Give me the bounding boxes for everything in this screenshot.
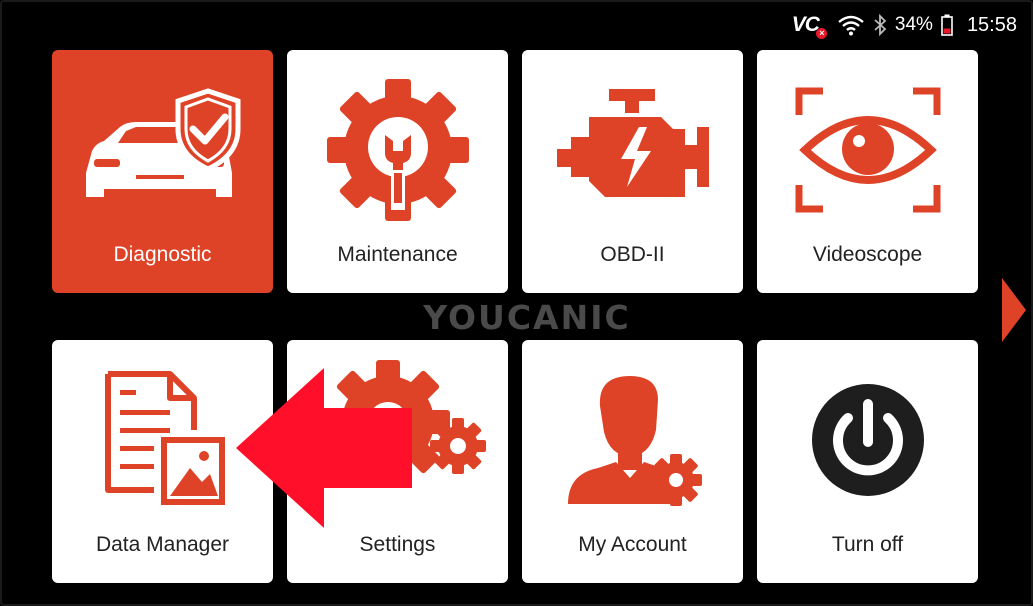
status-bar: VC × 34% 15:58 bbox=[792, 10, 1017, 40]
tile-my-account[interactable]: My Account bbox=[522, 340, 743, 583]
tile-turn-off[interactable]: Turn off bbox=[757, 340, 978, 583]
tile-label: Videoscope bbox=[812, 243, 923, 266]
car-shield-check-icon bbox=[52, 70, 273, 230]
home-screen: VC × 34% 15:58 Diagnostic Maintenance OB… bbox=[0, 0, 1033, 606]
next-page-arrow-icon[interactable] bbox=[1002, 278, 1028, 342]
clock: 15:58 bbox=[966, 13, 1017, 36]
tile-label: Turn off bbox=[831, 533, 904, 556]
pointer-arrow-icon bbox=[236, 368, 412, 528]
tile-label: Diagnostic bbox=[113, 243, 212, 266]
user-gear-icon bbox=[522, 360, 743, 520]
battery-percent: 34% bbox=[894, 14, 933, 35]
vci-indicator: VC × bbox=[791, 13, 827, 39]
engine-bolt-icon bbox=[522, 70, 743, 230]
vci-disconnected-badge: × bbox=[815, 28, 827, 39]
tile-label: Maintenance bbox=[337, 243, 458, 266]
gear-wrench-icon bbox=[287, 70, 508, 230]
power-icon bbox=[757, 360, 978, 520]
vci-label: VC bbox=[791, 13, 820, 36]
tile-label: OBD-II bbox=[600, 243, 665, 266]
tile-videoscope[interactable]: Videoscope bbox=[757, 50, 978, 293]
tile-obd2[interactable]: OBD-II bbox=[522, 50, 743, 293]
tile-label: Data Manager bbox=[95, 533, 230, 556]
watermark: YOUCANIC bbox=[423, 298, 631, 337]
tile-label: Settings bbox=[359, 533, 436, 556]
tile-diagnostic[interactable]: Diagnostic bbox=[52, 50, 273, 293]
battery-low-icon bbox=[941, 14, 953, 36]
bluetooth-icon bbox=[874, 14, 887, 36]
eye-scan-icon bbox=[757, 70, 978, 230]
tile-maintenance[interactable]: Maintenance bbox=[287, 50, 508, 293]
tile-label: My Account bbox=[578, 533, 687, 556]
wifi-icon bbox=[838, 15, 864, 36]
